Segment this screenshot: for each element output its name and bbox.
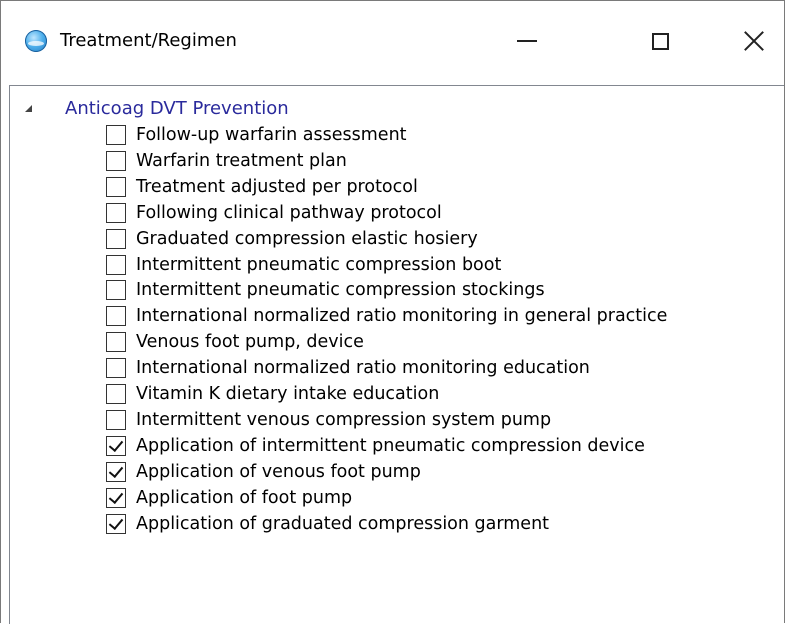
item-label: Vitamin K dietary intake education: [136, 384, 440, 404]
item-label: Graduated compression elastic hosiery: [136, 228, 478, 249]
item-label: Intermittent pneumatic compression boot: [136, 254, 502, 275]
item-checkbox[interactable]: [106, 306, 126, 327]
item-label: Treatment adjusted per protocol: [136, 176, 418, 197]
item-label: Application of intermittent pneumatic co…: [136, 435, 645, 456]
item-label: Following clinical pathway protocol: [136, 202, 442, 223]
treatment-tree: Anticoag DVT Prevention Follow-up warfar…: [9, 85, 784, 624]
item-checkbox[interactable]: [106, 513, 126, 534]
maximize-icon: [651, 32, 669, 50]
item-checkbox[interactable]: [106, 254, 126, 275]
window-title: Treatment/Regimen: [60, 30, 237, 51]
item-label: Application of graduated compression gar…: [136, 513, 550, 534]
tree-item[interactable]: Graduated compression elastic hosiery: [106, 226, 784, 252]
tree-item[interactable]: Application of foot pump: [106, 485, 784, 511]
item-label: International normalized ratio monitorin…: [136, 358, 590, 379]
tree-root-label[interactable]: Anticoag DVT Prevention: [65, 97, 289, 121]
item-label: Intermittent venous compression system p…: [136, 409, 552, 430]
item-checkbox[interactable]: [106, 409, 126, 430]
item-checkbox[interactable]: [106, 176, 126, 197]
minimize-button[interactable]: [504, 21, 550, 61]
tree-item[interactable]: Intermittent pneumatic compression boot: [106, 252, 784, 278]
tree-item[interactable]: Application of graduated compression gar…: [106, 511, 784, 537]
item-label: Warfarin treatment plan: [136, 150, 347, 171]
item-label: International normalized ratio monitorin…: [136, 306, 668, 327]
tree-item[interactable]: Treatment adjusted per protocol: [106, 174, 784, 200]
minimize-icon: [517, 40, 537, 42]
close-icon: [743, 30, 765, 52]
title-bar[interactable]: Treatment/Regimen: [1, 1, 784, 75]
item-label: Venous foot pump, device: [136, 332, 364, 353]
item-checkbox[interactable]: [106, 150, 126, 171]
item-checkbox[interactable]: [106, 435, 126, 456]
close-button[interactable]: [731, 21, 777, 61]
tree-item[interactable]: Warfarin treatment plan: [106, 148, 784, 174]
item-checkbox[interactable]: [106, 280, 126, 301]
item-label: Intermittent pneumatic compression stock…: [136, 280, 545, 301]
item-checkbox[interactable]: [106, 228, 126, 249]
tree-item[interactable]: Following clinical pathway protocol: [106, 200, 784, 226]
tree-item[interactable]: International normalized ratio monitorin…: [106, 303, 784, 329]
expand-collapse-icon[interactable]: [25, 105, 32, 112]
tree-item[interactable]: Vitamin K dietary intake education: [106, 381, 784, 407]
item-checkbox[interactable]: [106, 332, 126, 353]
tree-item[interactable]: Follow-up warfarin assessment: [106, 122, 784, 148]
item-label: Application of venous foot pump: [136, 461, 421, 482]
tree-item[interactable]: Venous foot pump, device: [106, 329, 784, 355]
tree-item[interactable]: International normalized ratio monitorin…: [106, 355, 784, 381]
item-checkbox[interactable]: [106, 461, 126, 482]
maximize-button[interactable]: [637, 21, 683, 61]
tree-item[interactable]: Intermittent venous compression system p…: [106, 407, 784, 433]
item-checkbox[interactable]: [106, 384, 126, 404]
tree-root-node[interactable]: Anticoag DVT Prevention: [10, 96, 784, 122]
treatment-regimen-window: Treatment/Regimen Anticoag DVT Preventio…: [0, 0, 785, 624]
tree-item[interactable]: Application of intermittent pneumatic co…: [106, 433, 784, 459]
item-checkbox[interactable]: [106, 358, 126, 379]
item-label: Application of foot pump: [136, 487, 353, 508]
tree-item[interactable]: Application of venous foot pump: [106, 459, 784, 485]
window-content: Anticoag DVT Prevention Follow-up warfar…: [1, 75, 784, 624]
app-globe-icon: [25, 30, 47, 52]
item-checkbox[interactable]: [106, 125, 126, 145]
tree-item[interactable]: Intermittent pneumatic compression stock…: [106, 277, 784, 303]
item-label: Follow-up warfarin assessment: [136, 125, 407, 145]
item-checkbox[interactable]: [106, 202, 126, 223]
item-checkbox[interactable]: [106, 487, 126, 508]
